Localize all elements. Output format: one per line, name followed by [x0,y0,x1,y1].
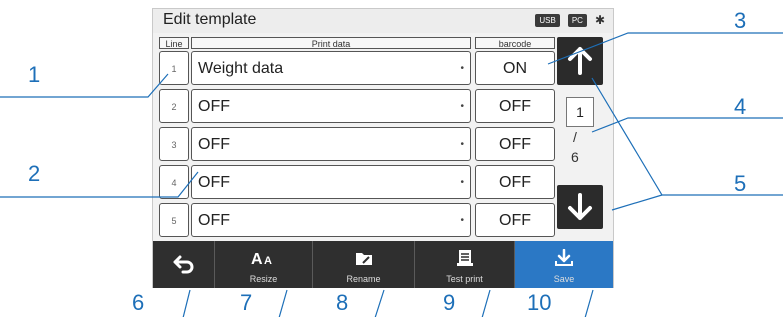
callout-8: 8 [336,290,349,315]
callout-line-9 [481,289,491,317]
callout-1: 1 [28,62,41,87]
callout-7: 7 [240,290,253,315]
callout-4: 4 [734,94,747,119]
callout-line-5a [591,77,783,196]
callout-line-7 [278,289,288,317]
callout-line-1 [0,73,169,98]
callout-10: 10 [527,290,552,315]
callout-line-3 [547,32,783,65]
callout-line-8 [374,289,385,317]
callout-line-10 [584,289,594,317]
callout-6: 6 [132,290,145,315]
callout-3: 3 [734,8,747,33]
callout-line-6 [182,289,191,317]
figure-stage: Edit template USB PC ✱ Line Print data b… [0,0,783,317]
callout-line-5b [611,194,663,211]
callout-2: 2 [28,161,41,186]
callout-5: 5 [734,171,747,196]
callout-9: 9 [443,290,456,315]
callout-lines [0,32,783,317]
